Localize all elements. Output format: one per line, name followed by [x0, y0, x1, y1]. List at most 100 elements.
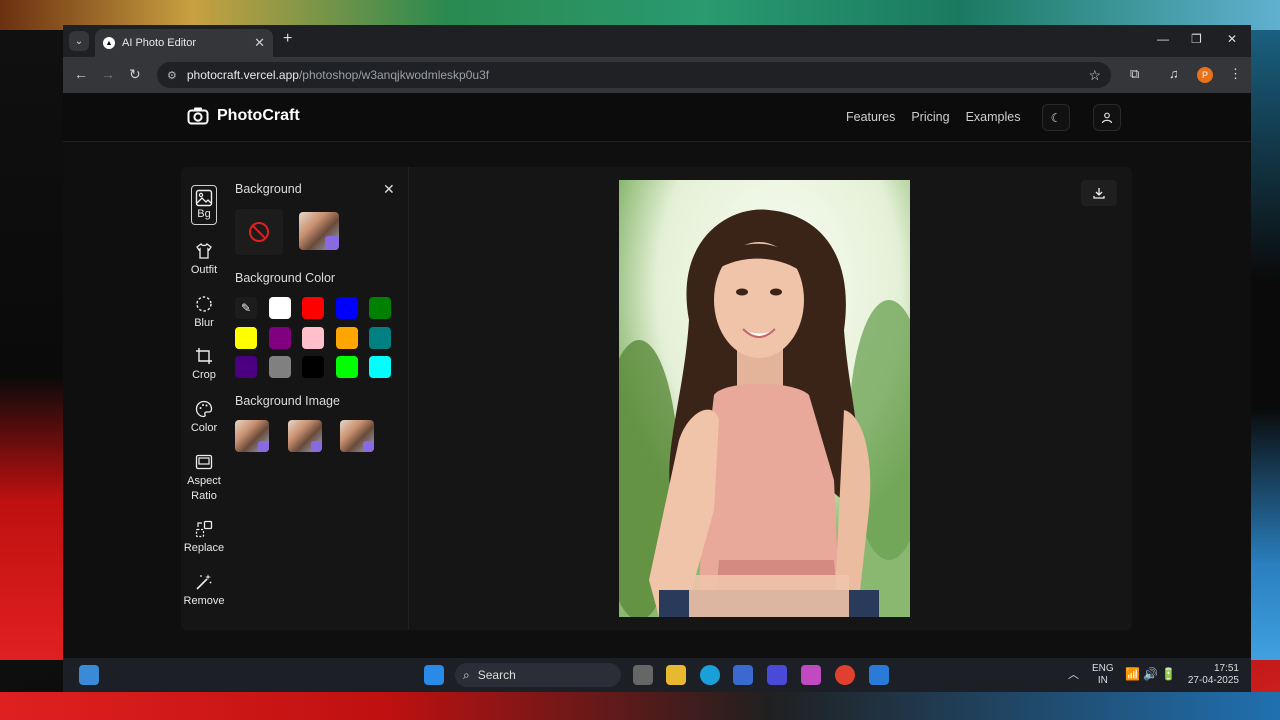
background-color-heading: Background Color	[235, 271, 336, 285]
tool-crop[interactable]: Crop	[181, 346, 227, 383]
minimize-button[interactable]: —	[1157, 32, 1169, 46]
search-icon: ⌕	[463, 667, 470, 682]
color-swatch[interactable]	[302, 297, 324, 319]
browser-window: ⌄ ▲ AI Photo Editor ✕ + — ❐ ✕ ← → ↻ ⚙ ph…	[63, 25, 1251, 692]
color-swatch[interactable]	[369, 327, 391, 349]
tray-chevron-icon[interactable]: ︿	[1068, 669, 1079, 681]
tool-bg[interactable]: Bg	[181, 185, 227, 225]
vscode-icon[interactable]	[869, 665, 889, 685]
account-button[interactable]	[1093, 104, 1121, 131]
crop-icon	[196, 348, 212, 364]
color-swatch[interactable]	[235, 327, 257, 349]
color-swatch[interactable]	[369, 356, 391, 378]
tool-blur[interactable]: Blur	[181, 294, 227, 331]
magic-wand-icon	[196, 574, 212, 590]
tool-rail: Bg Outfit Blur Crop Color Aspect Ratio R…	[181, 167, 227, 630]
taskbar-search[interactable]: ⌕ Search	[455, 663, 621, 687]
wifi-icon[interactable]: 📶	[1125, 668, 1140, 680]
task-view-icon[interactable]	[633, 665, 653, 685]
color-swatch[interactable]	[302, 356, 324, 378]
color-swatch[interactable]	[269, 327, 291, 349]
background-options-panel: Background ✕ Background Color ✎ Backgrou…	[227, 167, 409, 630]
color-swatch[interactable]	[269, 356, 291, 378]
extensions-icon[interactable]: ⧉	[1130, 66, 1139, 82]
start-windows-icon[interactable]	[424, 665, 444, 685]
brand-logo[interactable]: PhotoCraft	[187, 106, 300, 126]
clock[interactable]: 17:51 27-04-2025	[1187, 663, 1239, 687]
image-icon	[195, 189, 213, 207]
background-image-thumb[interactable]	[288, 420, 322, 452]
blur-circle-icon	[196, 296, 212, 312]
nav-features[interactable]: Features	[846, 110, 895, 124]
new-tab-button[interactable]: +	[283, 30, 292, 48]
nav-pricing[interactable]: Pricing	[911, 110, 949, 124]
download-button[interactable]	[1081, 180, 1117, 206]
site-info-icon[interactable]: ⚙	[167, 69, 177, 82]
no-background-button[interactable]	[235, 209, 283, 255]
background-image-thumb[interactable]	[235, 420, 269, 452]
editor-panel: Bg Outfit Blur Crop Color Aspect Ratio R…	[181, 167, 1132, 630]
chrome-icon[interactable]	[835, 665, 855, 685]
restore-button[interactable]: ❐	[1191, 32, 1202, 46]
file-explorer-icon[interactable]	[666, 665, 686, 685]
close-panel-icon[interactable]: ✕	[383, 181, 395, 198]
background-heading: Background	[235, 182, 302, 196]
media-control-icon[interactable]: ♫	[1169, 66, 1179, 81]
volume-icon[interactable]: 🔊	[1143, 668, 1158, 680]
background-image-thumb[interactable]	[340, 420, 374, 452]
reload-button[interactable]: ↻	[129, 66, 141, 83]
close-tab-icon[interactable]: ✕	[254, 35, 265, 51]
palette-icon	[195, 400, 213, 418]
replace-icon	[195, 520, 213, 538]
wallpaper-left	[0, 30, 64, 660]
tool-remove[interactable]: Remove	[181, 572, 227, 609]
app-icon[interactable]	[767, 665, 787, 685]
url-text[interactable]: photocraft.vercel.app/photoshop/w3anqjkw…	[187, 68, 1089, 82]
profile-avatar[interactable]: P	[1197, 67, 1213, 83]
color-swatch[interactable]	[336, 297, 358, 319]
tab-ai-photo-editor[interactable]: ▲ AI Photo Editor ✕	[95, 29, 273, 57]
close-window-button[interactable]: ✕	[1227, 32, 1237, 46]
widgets-icon[interactable]	[79, 665, 99, 685]
nav-examples[interactable]: Examples	[966, 110, 1021, 124]
aspect-ratio-icon	[195, 454, 213, 470]
address-bar[interactable]: ⚙ photocraft.vercel.app/photoshop/w3anqj…	[157, 62, 1111, 88]
color-swatch[interactable]	[235, 356, 257, 378]
color-swatch[interactable]	[269, 297, 291, 319]
canvas-area	[410, 167, 1132, 630]
tool-color[interactable]: Color	[181, 399, 227, 436]
remove-background-thumb[interactable]	[299, 212, 339, 250]
tool-aspect-ratio[interactable]: Aspect Ratio	[181, 452, 227, 504]
eyedropper-icon[interactable]: ✎	[235, 297, 257, 319]
edited-photo[interactable]	[619, 180, 910, 617]
tool-replace[interactable]: Replace	[181, 519, 227, 556]
user-icon	[1101, 112, 1113, 123]
tab-strip: ⌄ ▲ AI Photo Editor ✕ + — ❐ ✕	[63, 25, 1251, 57]
favicon-icon: ▲	[103, 37, 115, 49]
tab-title: AI Photo Editor	[122, 37, 196, 49]
tool-outfit[interactable]: Outfit	[181, 241, 227, 278]
copilot-icon[interactable]	[801, 665, 821, 685]
color-swatch[interactable]	[336, 327, 358, 349]
forward-button[interactable]: →	[101, 66, 115, 82]
language-indicator[interactable]: ENG IN	[1092, 663, 1114, 687]
camera-icon	[187, 107, 209, 125]
tab-search-button[interactable]: ⌄	[69, 31, 89, 51]
portrait-photo	[619, 180, 910, 617]
shirt-icon	[196, 243, 212, 259]
store-icon[interactable]	[733, 665, 753, 685]
color-swatch[interactable]	[302, 327, 324, 349]
wallpaper-bottom	[0, 692, 1280, 720]
app-header: PhotoCraft Features Pricing Examples ☾	[63, 93, 1251, 142]
color-swatch[interactable]	[369, 297, 391, 319]
theme-toggle-button[interactable]: ☾	[1042, 104, 1070, 131]
browser-toolbar: ← → ↻ ⚙ photocraft.vercel.app/photoshop/…	[63, 57, 1251, 93]
bookmark-star-icon[interactable]: ☆	[1088, 67, 1101, 84]
edge-browser-icon[interactable]	[700, 665, 720, 685]
menu-kebab-icon[interactable]: ⋮	[1229, 66, 1242, 82]
moon-icon: ☾	[1050, 110, 1062, 125]
battery-icon[interactable]: 🔋	[1161, 668, 1176, 680]
back-button[interactable]: ←	[74, 66, 88, 82]
color-swatch[interactable]	[336, 356, 358, 378]
brand-name: PhotoCraft	[217, 107, 300, 124]
